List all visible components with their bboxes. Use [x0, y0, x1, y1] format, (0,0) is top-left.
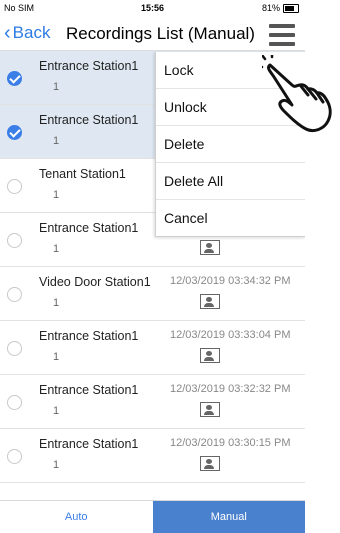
station-name: Entrance Station1 [39, 59, 139, 73]
recording-date: 12/03/2019 03:33:04 PM [170, 329, 291, 341]
station-name: Entrance Station1 [39, 329, 139, 343]
station-number: 1 [53, 81, 60, 93]
station-number: 1 [53, 243, 60, 255]
station-number: 1 [53, 351, 60, 363]
battery-indicator: 81% [262, 3, 299, 13]
station-number: 1 [53, 405, 60, 417]
station-number: 1 [53, 459, 60, 471]
select-checkbox[interactable] [7, 287, 22, 302]
app-screen: No SIM 15:56 81% ‹ Back Recordings List … [0, 0, 305, 533]
station-number: 1 [53, 189, 60, 201]
back-button[interactable]: ‹ Back [4, 23, 50, 43]
tab-bar: Auto Manual [0, 500, 305, 533]
station-number: 1 [53, 135, 60, 147]
station-name: Entrance Station1 [39, 437, 139, 451]
person-thumbnail-icon[interactable] [200, 456, 220, 471]
recording-date: 12/03/2019 03:34:32 PM [170, 275, 291, 287]
page-title: Recordings List (Manual) [66, 24, 255, 43]
battery-percent: 81% [261, 3, 280, 13]
station-name: Entrance Station1 [39, 113, 139, 127]
person-thumbnail-icon[interactable] [200, 348, 220, 363]
battery-icon [283, 3, 299, 13]
station-name: Entrance Station1 [39, 383, 139, 397]
station-name: Tenant Station1 [39, 167, 126, 181]
select-checkbox[interactable] [7, 395, 22, 410]
recording-row[interactable]: Entrance Station1 1 12/03/2019 03:33:04 PM [0, 321, 305, 375]
recording-row[interactable]: Entrance Station1 1 12/03/2019 03:32:32 PM [0, 375, 305, 429]
status-bar: No SIM 15:56 81% [0, 0, 305, 16]
select-checkbox[interactable] [7, 341, 22, 356]
tab-manual[interactable]: Manual [152, 501, 305, 533]
tab-auto[interactable]: Auto [0, 501, 153, 533]
menu-item-delete-all[interactable]: Delete All [156, 163, 305, 200]
select-checkbox[interactable] [7, 179, 22, 194]
chevron-left-icon: ‹ [4, 22, 11, 44]
recording-row[interactable]: Entrance Station1 1 12/03/2019 03:30:15 PM [0, 429, 305, 483]
select-checkbox[interactable] [7, 125, 22, 140]
recording-date: 12/03/2019 03:32:32 PM [170, 383, 291, 395]
recording-row[interactable]: Video Door Station1 1 12/03/2019 03:34:32 … [0, 267, 305, 321]
station-name: Video Door Station1 [39, 275, 151, 289]
navigation-bar: ‹ Back Recordings List (Manual) [0, 16, 305, 51]
select-checkbox[interactable] [7, 71, 22, 86]
station-number: 1 [53, 297, 60, 309]
clock: 15:56 [140, 3, 165, 13]
person-thumbnail-icon[interactable] [200, 240, 220, 255]
person-thumbnail-icon[interactable] [200, 294, 220, 309]
recording-date: 12/03/2019 03:30:15 PM [170, 437, 291, 449]
pointing-hand-icon [262, 55, 332, 133]
back-label: Back [12, 23, 51, 42]
person-thumbnail-icon[interactable] [200, 402, 220, 417]
menu-item-cancel[interactable]: Cancel [156, 200, 305, 236]
select-checkbox[interactable] [7, 233, 22, 248]
station-name: Entrance Station1 [39, 221, 139, 235]
select-checkbox[interactable] [7, 449, 22, 464]
hamburger-menu-icon[interactable] [269, 24, 295, 51]
